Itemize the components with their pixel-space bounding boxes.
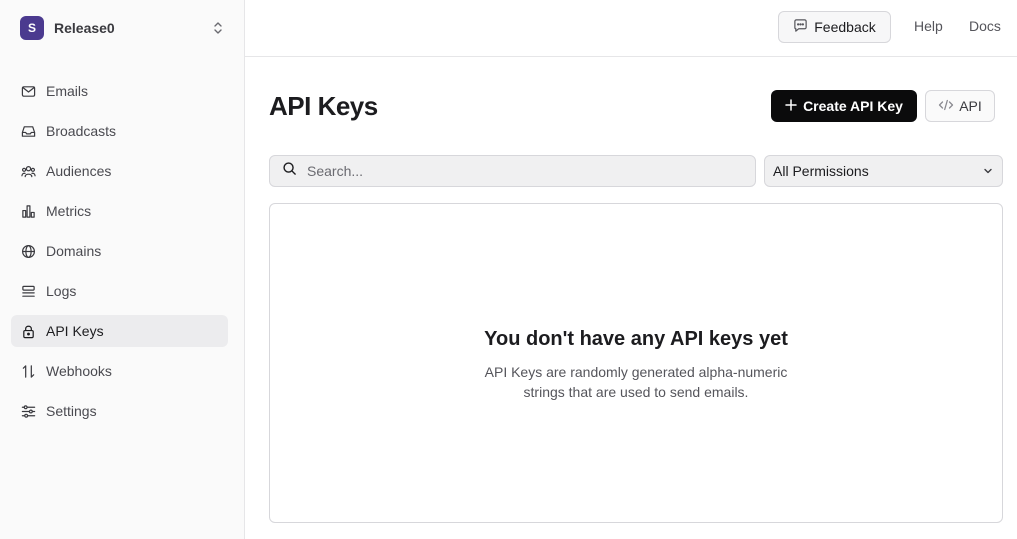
search-input[interactable] [307,163,727,179]
sidebar-item-label: Logs [46,283,77,299]
feedback-label: Feedback [814,19,876,35]
sidebar-item-label: Audiences [46,163,112,179]
sidebar-item-label: Settings [46,403,97,419]
sidebar-nav: Emails Broadcasts Audiences Metrics Doma… [11,75,228,435]
main-content: API Keys Create API Key API All Permissi… [245,57,1017,539]
top-bar: Feedback Help Docs [245,0,1017,57]
globe-icon [20,243,36,259]
inbox-icon [20,123,36,139]
plus-icon [785,98,797,114]
sidebar-item-audiences[interactable]: Audiences [11,155,228,187]
help-link[interactable]: Help [914,18,943,34]
chevron-down-icon [982,165,994,177]
sidebar-item-metrics[interactable]: Metrics [11,195,228,227]
arrows-up-down-icon [20,363,36,379]
sidebar-item-label: Emails [46,83,89,99]
feedback-button[interactable]: Feedback [778,11,891,43]
sidebar-item-broadcasts[interactable]: Broadcasts [11,115,228,147]
empty-state: You don't have any API keys yet API Keys… [269,203,1003,523]
logs-icon [20,283,36,299]
sidebar-item-label: Broadcasts [46,123,117,139]
sidebar-item-settings[interactable]: Settings [11,395,228,427]
permissions-select-value: All Permissions [773,163,869,179]
sidebar-item-label: Webhooks [46,363,112,379]
api-label: API [959,98,982,114]
page-title: API Keys [269,91,378,121]
empty-state-description: API Keys are randomly generated alpha-nu… [484,364,788,400]
sidebar-item-webhooks[interactable]: Webhooks [11,355,228,387]
team-avatar: S [20,16,44,40]
sliders-icon [20,403,36,419]
search-icon [282,161,297,181]
sidebar-item-logs[interactable]: Logs [11,275,228,307]
code-icon [938,98,954,114]
sidebar-item-label: Metrics [46,203,92,219]
sidebar-item-label: API Keys [46,323,104,339]
docs-link[interactable]: Docs [969,18,1001,34]
chevrons-up-down-icon[interactable] [210,20,226,36]
sidebar: S Release0 Emails Broadcasts Audiences M… [0,0,245,539]
mail-icon [20,83,36,99]
api-button[interactable]: API [925,90,995,122]
sidebar-item-domains[interactable]: Domains [11,235,228,267]
empty-state-title: You don't have any API keys yet [484,328,788,350]
sidebar-item-api-keys[interactable]: API Keys [11,315,228,347]
search-box[interactable] [269,155,756,187]
team-switcher[interactable]: S Release0 [20,16,226,40]
message-icon [793,18,808,36]
team-name: Release0 [54,20,115,36]
create-api-key-label: Create API Key [803,98,903,114]
sidebar-item-emails[interactable]: Emails [11,75,228,107]
bar-chart-icon [20,203,36,219]
create-api-key-button[interactable]: Create API Key [771,90,917,122]
sidebar-item-label: Domains [46,243,102,259]
permissions-select[interactable]: All Permissions [764,155,1003,187]
users-icon [20,163,36,179]
lock-icon [20,323,36,339]
